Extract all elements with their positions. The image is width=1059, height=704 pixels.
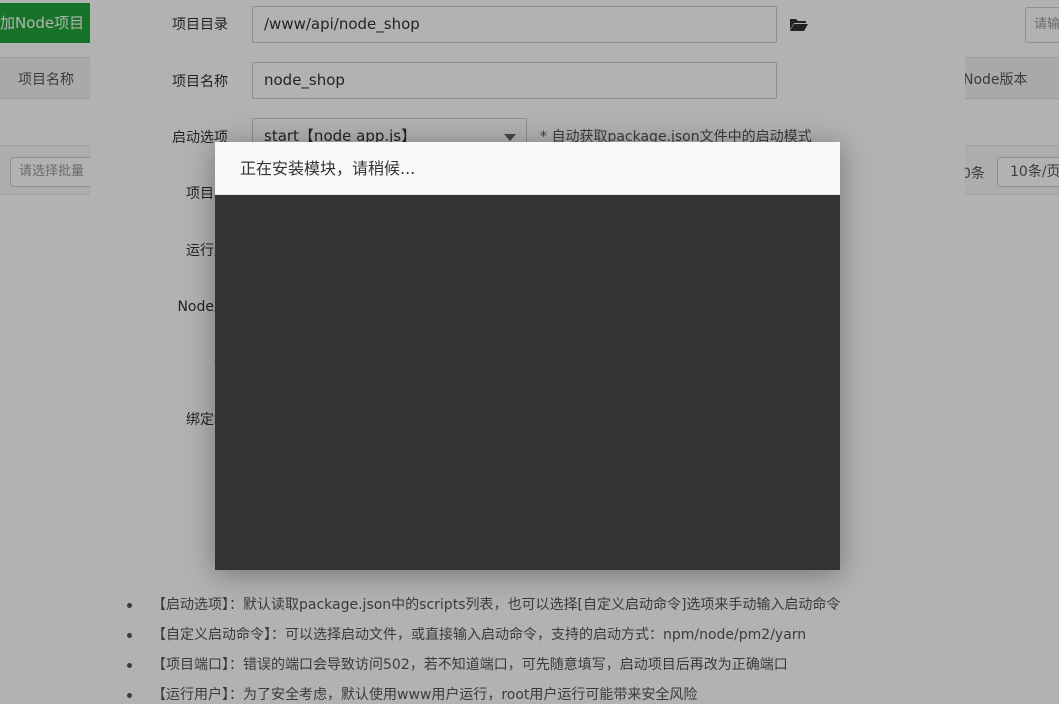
install-dialog-title: 正在安装模块，请稍候... xyxy=(215,142,840,195)
install-log-terminal[interactable] xyxy=(215,195,840,570)
install-dialog: 正在安装模块，请稍候... xyxy=(215,142,840,570)
